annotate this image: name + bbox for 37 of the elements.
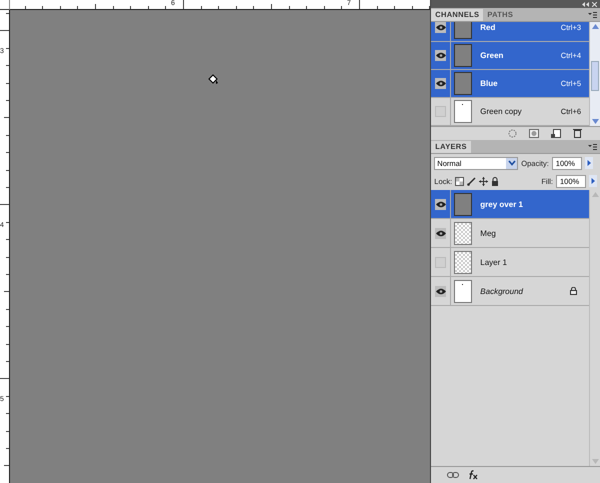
close-icon[interactable] <box>592 2 597 6</box>
link-icon[interactable] <box>447 472 460 478</box>
move-icon[interactable] <box>479 176 488 186</box>
scrollbar[interactable] <box>589 22 600 126</box>
eye-icon[interactable] <box>435 78 446 89</box>
eye-icon[interactable] <box>435 228 446 238</box>
layer-name: grey over 1 <box>480 200 523 208</box>
arrow-icon[interactable] <box>589 175 597 187</box>
lock-icon[interactable] <box>491 176 500 186</box>
eye-icon[interactable] <box>435 286 446 296</box>
paint-bucket-icon <box>207 74 219 86</box>
checkerboard-icon[interactable] <box>455 176 464 186</box>
layer-row[interactable]: grey over 1 <box>431 190 589 219</box>
layer-row[interactable]: Layer 1 <box>431 248 589 277</box>
caret-icon <box>506 158 518 168</box>
layer-row[interactable]: Meg <box>431 219 589 248</box>
mask-icon[interactable] <box>529 128 539 138</box>
fx-icon[interactable] <box>467 470 480 480</box>
scroll-thumb[interactable] <box>591 61 599 91</box>
trash-icon[interactable] <box>573 128 582 138</box>
circle-icon[interactable] <box>508 128 517 138</box>
eye-icon[interactable] <box>435 198 446 210</box>
layer-row[interactable]: Background <box>431 277 589 306</box>
layer-name: Background <box>480 286 523 296</box>
channel-name: Green <box>480 51 504 60</box>
scroll-down-icon[interactable] <box>592 119 598 124</box>
channel-name: Blue <box>480 79 498 88</box>
brush-icon[interactable] <box>467 176 476 186</box>
eye-icon[interactable] <box>435 50 446 61</box>
arrow-icon[interactable] <box>584 157 593 169</box>
eye-icon[interactable] <box>435 22 446 33</box>
channel-name: Green copy <box>480 107 522 116</box>
layer-name: Meg <box>480 228 496 238</box>
layer-name: Layer 1 <box>480 258 507 266</box>
scroll-up-icon[interactable] <box>592 24 598 29</box>
new-channel-icon[interactable] <box>551 128 561 138</box>
channel-name: Red <box>480 23 496 32</box>
